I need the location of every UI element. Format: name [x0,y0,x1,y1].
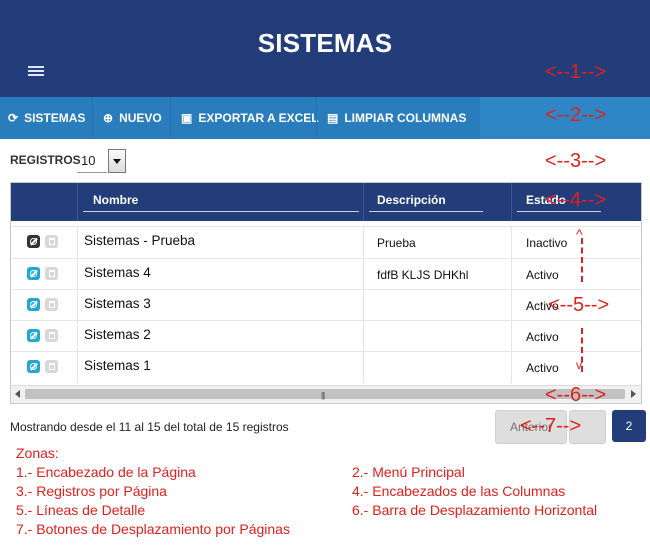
legend-item: 5.- Líneas de Detalle [16,502,146,518]
column-divider [77,352,78,383]
annotation-arrow-up [581,238,583,282]
annotation-zone-4: <--4--> [545,189,607,211]
table-row[interactable]: Sistemas 2 Activo [11,320,641,352]
column-divider [77,321,78,352]
row-description: Prueba [377,236,416,250]
cancel-icon[interactable] [27,235,40,248]
legend-item: 1.- Encabezado de la Página [16,464,196,480]
row-status: Activo [526,330,559,344]
column-divider [77,290,78,321]
scroll-left-icon[interactable] [15,390,20,398]
arrow-down-icon: v [576,358,582,372]
legend-title: Zonas: [16,445,59,461]
menu-item-label: LIMPIAR COLUMNAS [344,111,467,125]
chevron-down-icon[interactable] [108,149,126,173]
menu-divider [316,97,317,139]
column-divider [363,183,364,221]
table-row[interactable]: Sistemas 1 Activo [11,351,641,383]
column-header-nombre[interactable]: Nombre [93,193,138,207]
trash-icon[interactable] [45,267,58,280]
menu-item-label: EXPORTAR A EXCEL [198,111,319,125]
cancel-icon[interactable] [27,267,40,280]
trash-icon[interactable] [45,298,58,311]
column-divider [511,290,512,321]
menu-item-exportar-excel[interactable]: ▣ EXPORTAR A EXCEL [181,97,319,139]
menu-divider [92,97,93,139]
row-name: Sistemas 2 [84,327,151,342]
row-name: Sistemas - Prueba [84,233,196,248]
column-header-descripcion[interactable]: Descripción [377,193,446,207]
records-per-page-label: REGISTROS [10,153,81,167]
document-icon: ▤ [327,111,339,125]
row-name: Sistemas 1 [84,358,151,373]
column-divider [363,259,364,290]
arrow-up-icon: ^ [576,226,583,242]
column-divider [511,321,512,352]
hamburger-menu-icon[interactable] [28,66,44,76]
annotation-zone-6: <--6--> [545,384,607,406]
scroll-right-icon[interactable] [631,390,636,398]
row-status: Activo [526,268,559,282]
select-underline [77,172,107,173]
column-divider [363,321,364,352]
table-row[interactable]: Sistemas 3 Activo [11,289,641,321]
table-row[interactable]: Sistemas - Prueba Prueba Inactivo [11,226,641,258]
annotation-zone-1: <--1--> [545,61,607,83]
row-description: fdfB KLJS DHKhl [377,268,469,282]
annotation-zone-3: <--3--> [545,150,607,172]
menu-item-label: NUEVO [119,111,162,125]
menu-item-limpiar-columnas[interactable]: ▤ LIMPIAR COLUMNAS [327,97,466,139]
cancel-icon[interactable] [27,298,40,311]
column-divider [363,352,364,383]
trash-icon[interactable] [45,360,58,373]
excel-file-icon: ▣ [181,111,193,125]
annotation-zone-7: <--7--> [520,415,582,437]
column-divider [77,259,78,290]
legend-item: 7.- Botones de Desplazamiento por Página… [16,521,290,537]
current-page-button[interactable]: 2 [612,410,646,442]
column-header-underline [369,211,483,212]
menu-divider [170,97,171,139]
pagination-info: Mostrando desde el 11 al 15 del total de… [10,420,289,434]
column-divider [511,259,512,290]
column-divider [363,290,364,321]
trash-icon[interactable] [45,235,58,248]
annotation-zone-5: <--5--> [548,294,610,316]
menu-item-nuevo[interactable]: ⊕ NUEVO [103,97,162,139]
legend-item: 6.- Barra de Desplazamiento Horizontal [352,502,598,518]
column-divider [77,227,78,258]
column-divider [511,183,512,221]
records-per-page-select[interactable]: 10 [77,149,126,173]
records-per-page-value: 10 [81,153,96,168]
plus-circle-icon: ⊕ [103,111,114,125]
column-divider [511,227,512,258]
legend-item: 2.- Menú Principal [352,464,465,480]
table-row[interactable]: Sistemas 4 fdfB KLJS DHKhl Activo [11,258,641,290]
refresh-icon: ⟳ [8,111,19,125]
row-status: Inactivo [526,236,568,250]
annotation-zone-2: <--2--> [545,104,607,126]
column-divider [511,352,512,383]
grip-icon: ||| [321,391,325,400]
row-name: Sistemas 4 [84,265,151,280]
trash-icon[interactable] [45,329,58,342]
menu-item-sistemas[interactable]: ⟳ SISTEMAS [8,97,85,139]
menu-item-label: SISTEMAS [24,111,86,125]
column-header-underline [83,211,359,212]
page-title: SISTEMAS [257,28,393,58]
legend-item: 3.- Registros por Página [16,483,167,499]
row-name: Sistemas 3 [84,296,151,311]
cancel-icon[interactable] [27,360,40,373]
column-divider [77,183,78,221]
data-table: Nombre Descripción Estado Sistemas - Pru… [10,182,642,404]
legend-item: 4.- Encabezados de las Columnas [352,483,566,499]
cancel-icon[interactable] [27,329,40,342]
scrollbar-thumb[interactable]: ||| [25,389,625,400]
column-divider [363,227,364,258]
row-status: Activo [526,361,559,375]
